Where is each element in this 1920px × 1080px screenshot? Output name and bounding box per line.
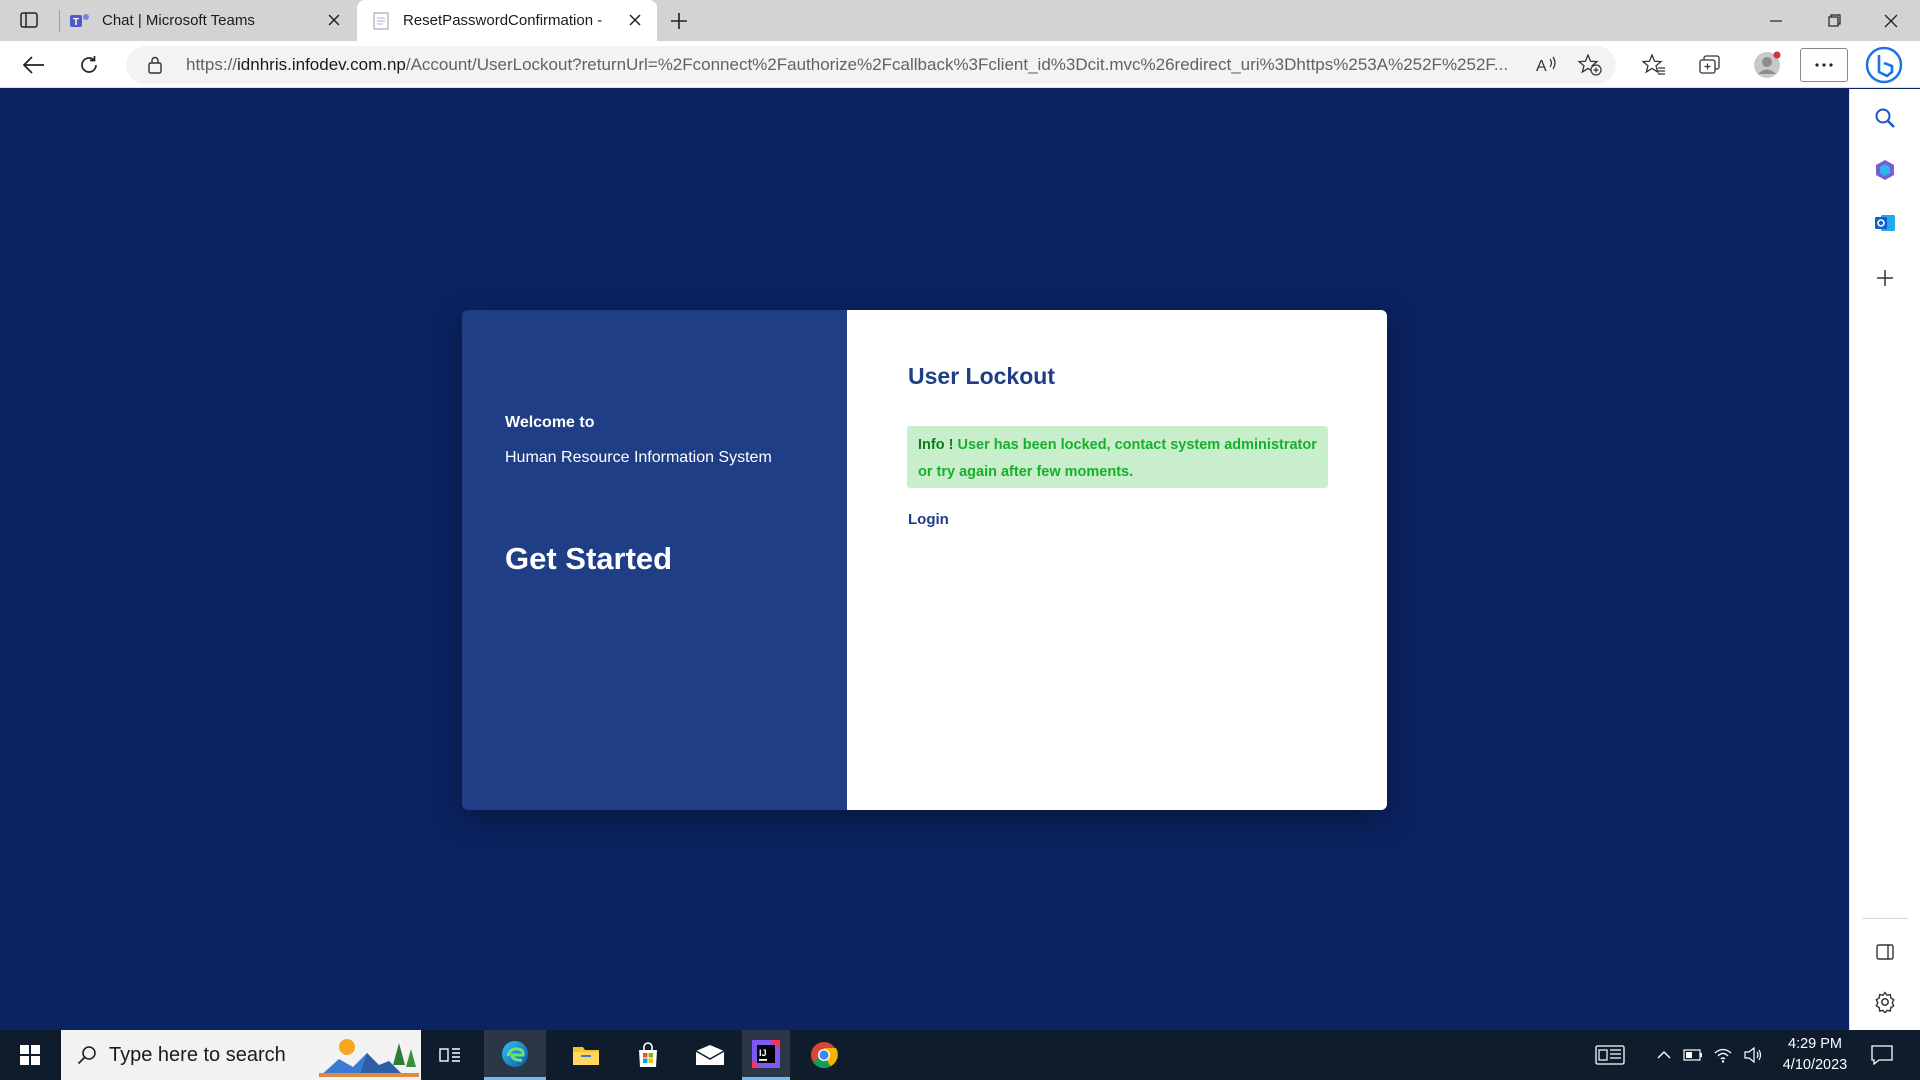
tab-actions-icon[interactable] — [14, 8, 44, 32]
url-scheme: https:// — [186, 55, 238, 74]
url-host: idnhris.infodev.com.np — [237, 55, 406, 74]
clock[interactable]: 4:29 PM 4/10/2023 — [1770, 1030, 1860, 1080]
back-arrow-icon[interactable] — [16, 48, 52, 82]
welcome-label: Welcome to — [505, 414, 595, 431]
minimize-icon[interactable] — [1747, 0, 1805, 41]
task-view-icon[interactable] — [428, 1030, 472, 1080]
page-icon — [371, 11, 391, 31]
battery-icon[interactable] — [1680, 1030, 1706, 1080]
sidebar-divider — [1862, 918, 1908, 919]
lock-icon[interactable] — [148, 56, 162, 79]
taskbar-search-input[interactable]: Type here to search — [61, 1030, 421, 1080]
read-aloud-icon[interactable]: A — [1536, 55, 1558, 80]
wifi-icon[interactable] — [1710, 1030, 1736, 1080]
search-highlight-illustration-icon — [319, 1035, 419, 1080]
restore-icon[interactable] — [1805, 0, 1863, 41]
windows-taskbar: Type here to search IJ 4:29 PM 4/10/2023 — [0, 1030, 1920, 1080]
outlook-icon[interactable] — [1868, 206, 1902, 240]
system-name: Human Resource Information System — [505, 449, 772, 466]
browser-tab-strip: T Chat | Microsoft Teams ResetPasswordCo… — [0, 0, 1920, 41]
page-title: User Lockout — [908, 363, 1055, 389]
lockout-panel: User Lockout Info ! User has been locked… — [847, 310, 1387, 810]
clock-date: 4/10/2023 — [1782, 1057, 1848, 1073]
mail-icon[interactable] — [680, 1030, 740, 1080]
url-text[interactable]: https://idnhris.infodev.com.np/Account/U… — [186, 46, 1526, 84]
notifications-icon[interactable] — [1862, 1030, 1902, 1080]
tab-teams-chat[interactable]: T Chat | Microsoft Teams — [60, 0, 356, 41]
close-window-icon[interactable] — [1862, 0, 1920, 41]
alert-label: Info ! — [918, 437, 954, 453]
svg-text:T: T — [73, 17, 79, 28]
browser-toolbar: https://idnhris.infodev.com.np/Account/U… — [0, 41, 1920, 88]
intellij-icon[interactable]: IJ — [742, 1030, 790, 1080]
bing-copilot-icon[interactable] — [1864, 45, 1904, 85]
split-screen-icon[interactable] — [1868, 935, 1902, 969]
get-started-heading: Get Started — [505, 541, 673, 576]
volume-icon[interactable] — [1740, 1030, 1766, 1080]
edge-sidebar — [1849, 89, 1920, 1030]
close-tab-icon[interactable] — [324, 10, 344, 30]
clock-time: 4:29 PM — [1788, 1036, 1842, 1052]
lockout-info-alert: Info ! User has been locked, contact sys… — [907, 426, 1328, 488]
tab-reset-password[interactable]: ResetPasswordConfirmation - — [357, 0, 657, 41]
url-path: /Account/UserLockout?returnUrl=%2Fconnec… — [405, 55, 1509, 74]
alert-message: User has been locked, contact system adm… — [918, 437, 1317, 480]
edge-icon[interactable] — [484, 1030, 546, 1080]
refresh-icon[interactable] — [71, 48, 107, 82]
file-explorer-icon[interactable] — [556, 1030, 616, 1080]
chrome-icon[interactable] — [794, 1030, 854, 1080]
address-bar[interactable]: https://idnhris.infodev.com.np/Account/U… — [126, 46, 1616, 84]
add-sidebar-app-icon[interactable] — [1868, 261, 1902, 295]
teams-icon: T — [70, 11, 90, 31]
new-tab-icon[interactable] — [664, 8, 694, 34]
close-tab-icon[interactable] — [625, 10, 645, 30]
welcome-panel: Welcome to Human Resource Information Sy… — [462, 310, 847, 810]
search-icon[interactable] — [1868, 101, 1902, 135]
svg-text:A: A — [1536, 58, 1547, 75]
more-options-icon[interactable] — [1800, 48, 1848, 82]
news-widget-icon[interactable] — [1590, 1030, 1630, 1080]
add-favorite-icon[interactable] — [1577, 53, 1602, 81]
search-icon — [77, 1045, 97, 1065]
collections-icon[interactable] — [1692, 48, 1728, 82]
login-link[interactable]: Login — [908, 511, 949, 528]
tab-title: ResetPasswordConfirmation - — [403, 12, 603, 29]
windows-start-icon[interactable] — [0, 1030, 60, 1080]
search-placeholder: Type here to search — [109, 1043, 286, 1066]
favorites-icon[interactable] — [1636, 48, 1672, 82]
show-hidden-icons-icon[interactable] — [1652, 1030, 1676, 1080]
tab-title: Chat | Microsoft Teams — [102, 12, 255, 29]
lockout-card: Welcome to Human Resource Information Sy… — [462, 310, 1387, 810]
store-icon[interactable] — [618, 1030, 678, 1080]
profile-avatar-icon[interactable] — [1749, 48, 1785, 82]
svg-text:IJ: IJ — [759, 1048, 767, 1058]
office-copilot-icon[interactable] — [1868, 153, 1902, 187]
settings-gear-icon[interactable] — [1868, 985, 1902, 1019]
